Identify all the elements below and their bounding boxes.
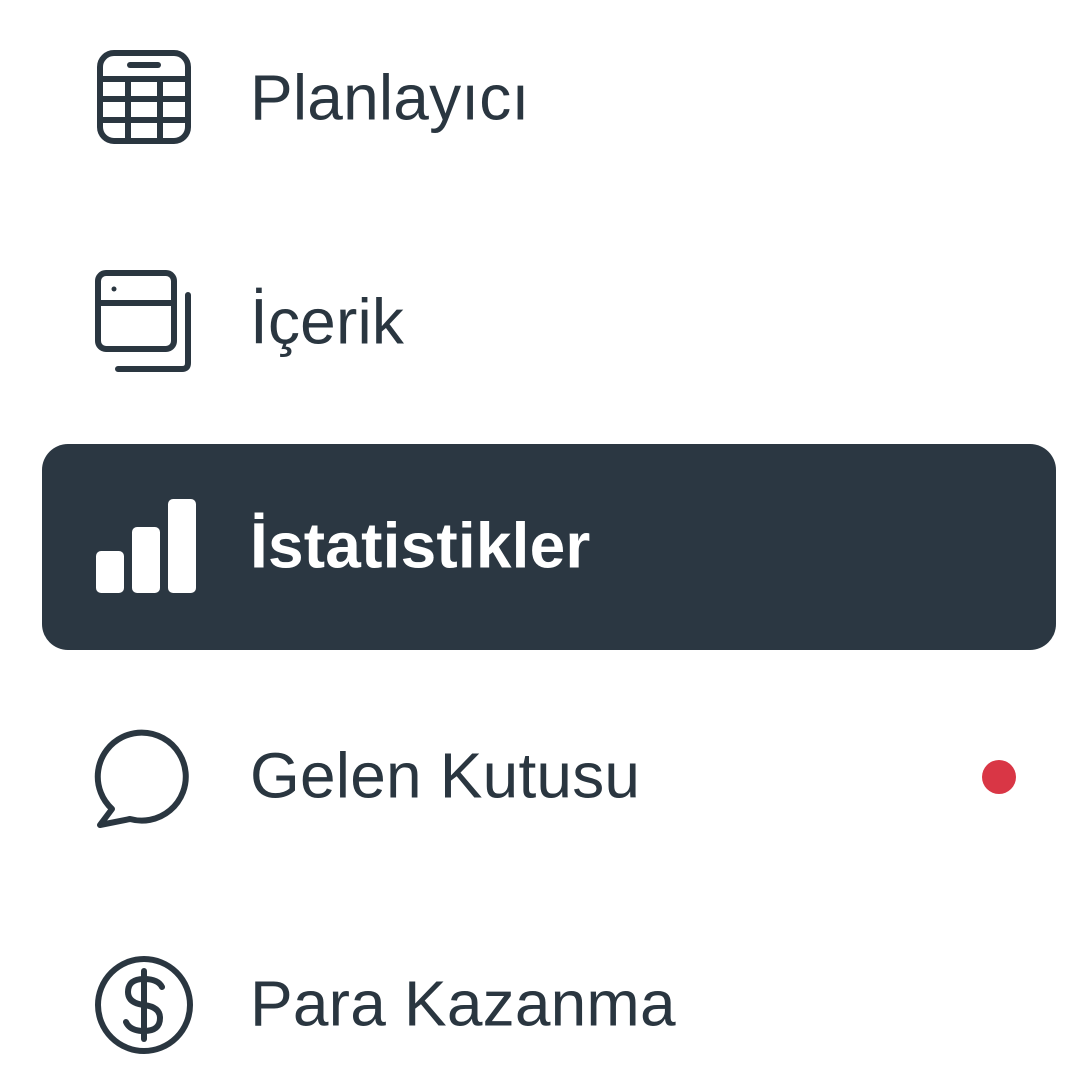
bar-chart-icon — [90, 493, 198, 601]
dollar-circle-icon — [90, 951, 198, 1059]
sidebar-item-planlayici[interactable]: Planlayıcı — [42, 0, 1056, 202]
sidebar-item-label: İstatistikler — [250, 509, 591, 582]
notification-dot — [982, 760, 1016, 794]
sidebar-item-istatistikler[interactable]: İstatistikler — [42, 444, 1056, 650]
sidebar-nav: Planlayıcı İçerik İstatistikler Gelen Ku… — [0, 0, 1080, 1080]
chat-bubble-icon — [90, 723, 198, 831]
calendar-icon — [90, 45, 198, 153]
sidebar-item-label: Para Kazanma — [250, 967, 676, 1040]
sidebar-item-gelen-kutusu[interactable]: Gelen Kutusu — [42, 674, 1056, 880]
content-stack-icon — [90, 269, 198, 377]
sidebar-item-label: İçerik — [250, 285, 405, 358]
sidebar-item-para-kazanma[interactable]: Para Kazanma — [42, 902, 1056, 1080]
sidebar-item-label: Gelen Kutusu — [250, 739, 641, 812]
sidebar-item-label: Planlayıcı — [250, 61, 530, 134]
sidebar-item-icerik[interactable]: İçerik — [42, 220, 1056, 426]
